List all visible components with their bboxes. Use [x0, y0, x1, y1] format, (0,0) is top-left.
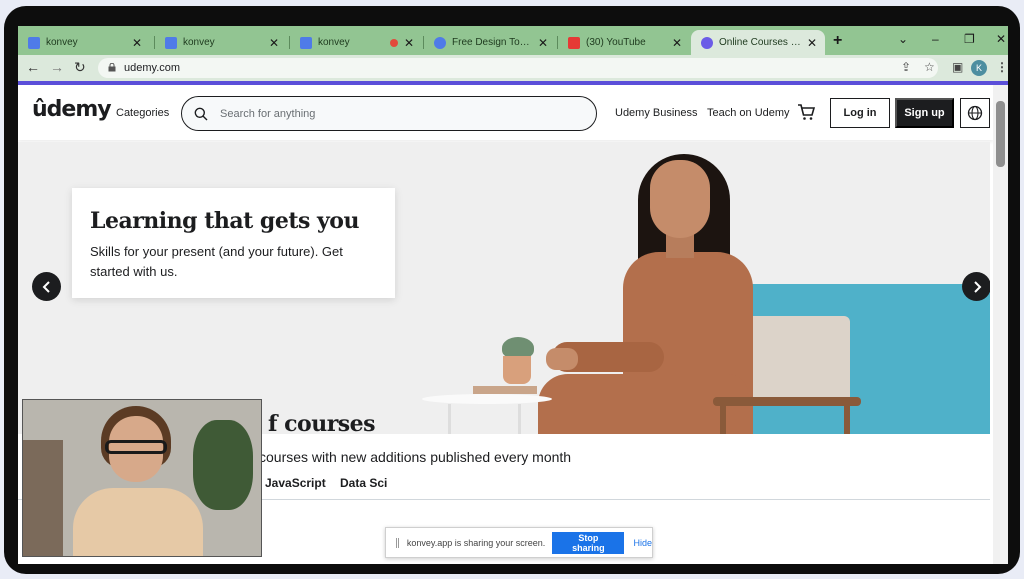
tab-strip: konvey ✕ konvey ✕ konvey ✕ Free Design T… [18, 26, 1008, 55]
close-tab-icon[interactable]: ✕ [807, 36, 817, 50]
close-tab-icon[interactable]: ✕ [269, 36, 279, 50]
hero-banner: Learning that gets you Skills for your p… [18, 142, 990, 434]
close-tab-icon[interactable]: ✕ [538, 36, 548, 50]
language-button[interactable] [960, 98, 990, 128]
screen-share-bar: konvey.app is sharing your screen. Stop … [385, 527, 653, 558]
udemy-favicon-icon [701, 36, 713, 49]
address-bar[interactable]: udemy.com [98, 58, 938, 78]
tab-design-tool[interactable]: Free Design Tool: Pres ✕ [424, 30, 556, 55]
hero-table-leg [518, 404, 521, 434]
search-bar[interactable] [181, 96, 597, 131]
tab-title: konvey [318, 37, 350, 48]
tab-title: (30) YouTube [586, 37, 646, 48]
tab-konvey-1[interactable]: konvey ✕ [18, 30, 150, 55]
minimize-icon[interactable]: – [932, 32, 939, 46]
konvey-favicon-icon [165, 36, 177, 49]
close-tab-icon[interactable]: ✕ [404, 36, 414, 50]
section-title: f courses [268, 411, 376, 437]
tab-title: Free Design Tool: Pres [452, 37, 532, 48]
profile-avatar[interactable]: K [971, 60, 987, 76]
section-subtitle: courses with new additions published eve… [259, 449, 572, 465]
tab-title: konvey [183, 37, 215, 48]
konvey-favicon-icon [300, 36, 312, 49]
hide-share-bar-link[interactable]: Hide [633, 538, 652, 548]
konvey-favicon-icon [28, 36, 40, 49]
tab-search-chevron-icon[interactable]: ⌄ [898, 32, 908, 46]
close-window-icon[interactable]: ✕ [996, 32, 1006, 46]
stop-sharing-button[interactable]: Stop sharing [552, 531, 625, 554]
hero-plant-pot [503, 356, 531, 384]
hero-person-hands [546, 348, 578, 370]
url-text: udemy.com [124, 62, 181, 74]
share-icon[interactable]: ⇪ [901, 60, 911, 74]
forward-arrow-icon[interactable]: → [50, 59, 64, 75]
webcam-shelf [23, 440, 63, 556]
recording-dot-icon [389, 38, 398, 47]
tab-title: Online Courses - Learn [719, 37, 801, 48]
back-arrow-icon[interactable]: ← [26, 59, 40, 75]
hero-chair-leg [844, 404, 850, 434]
browser-menu-icon[interactable]: ⋮ [996, 60, 1008, 74]
shopping-cart-icon[interactable] [797, 103, 815, 121]
hero-side-table [422, 394, 552, 404]
carousel-next-button[interactable] [962, 272, 990, 301]
tab-konvey-3[interactable]: konvey ✕ [290, 30, 422, 55]
hero-text-card: Learning that gets you Skills for your p… [72, 188, 395, 298]
design-tool-favicon-icon [434, 36, 446, 49]
tab-title: konvey [46, 37, 78, 48]
bookmark-star-icon[interactable]: ☆ [924, 60, 935, 74]
teach-on-udemy-link[interactable]: Teach on Udemy [707, 107, 790, 119]
tab-youtube[interactable]: (30) YouTube ✕ [558, 30, 690, 55]
hero-person-face [650, 160, 710, 238]
youtube-favicon-icon [568, 36, 580, 49]
lock-icon [108, 63, 116, 72]
tab-udemy[interactable]: Online Courses - Learn ✕ [691, 30, 825, 55]
tab-data-science[interactable]: Data Sci [340, 476, 387, 490]
hero-table-leg [448, 404, 451, 434]
new-tab-plus-icon[interactable]: + [833, 32, 842, 50]
hero-title: Learning that gets you [90, 208, 359, 234]
screen-frame: konvey ✕ konvey ✕ konvey ✕ Free Design T… [4, 6, 1020, 574]
side-panel-icon[interactable]: ▣ [952, 60, 963, 74]
share-status-text: konvey.app is sharing your screen. [406, 537, 546, 548]
search-input[interactable] [220, 106, 580, 122]
categories-link[interactable]: Categories [116, 107, 169, 119]
hero-book [473, 386, 537, 394]
scrollbar-thumb[interactable] [996, 101, 1005, 167]
chevron-left-icon [42, 280, 50, 293]
site-header: ûdemy Categories Udemy Business Teach on… [18, 85, 993, 140]
search-icon [194, 107, 208, 121]
browser-toolbar: ← → ↻ udemy.com ⇪ ☆ ▣ K ⋮ [18, 55, 1008, 81]
page-scrollbar[interactable] [993, 85, 1008, 564]
hero-chair-leg [720, 404, 726, 434]
tab-javascript[interactable]: JavaScript [265, 476, 326, 490]
restore-icon[interactable]: ❐ [964, 32, 975, 46]
drag-handle-icon[interactable] [396, 537, 399, 548]
webcam-plant [193, 420, 253, 510]
tab-konvey-2[interactable]: konvey ✕ [155, 30, 287, 55]
hero-subtitle: Skills for your present (and your future… [90, 244, 343, 279]
signup-button[interactable]: Sign up [895, 98, 954, 128]
webcam-overlay[interactable] [22, 399, 262, 557]
reload-icon[interactable]: ↻ [74, 59, 86, 76]
webcam-person-glasses [105, 440, 167, 454]
close-tab-icon[interactable]: ✕ [672, 36, 682, 50]
chevron-right-icon [973, 280, 981, 293]
browser-window: konvey ✕ konvey ✕ konvey ✕ Free Design T… [18, 26, 1008, 564]
udemy-logo[interactable]: ûdemy [32, 97, 112, 122]
globe-icon [967, 105, 983, 121]
udemy-business-link[interactable]: Udemy Business [615, 107, 698, 119]
login-button[interactable]: Log in [830, 98, 890, 128]
hero-chair-arm [713, 397, 861, 406]
webcam-person-body [73, 488, 203, 556]
carousel-prev-button[interactable] [32, 272, 61, 301]
close-tab-icon[interactable]: ✕ [132, 36, 142, 50]
